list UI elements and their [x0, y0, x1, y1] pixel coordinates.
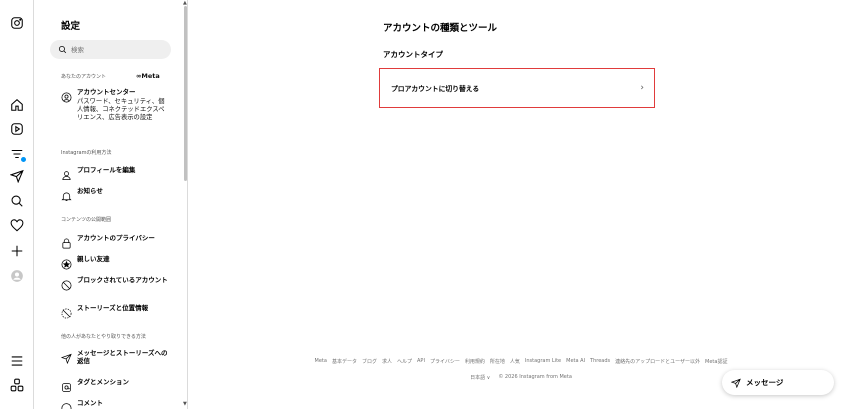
- footer-link[interactable]: 基本データ: [332, 358, 357, 365]
- language-select[interactable]: 日本語 ∨: [470, 374, 490, 381]
- footer-link[interactable]: Meta認証: [705, 358, 727, 365]
- footer-link[interactable]: Threads: [590, 358, 610, 365]
- tags-mentions-label: タグとメンション: [77, 378, 129, 386]
- comments-label: コメント: [77, 399, 103, 407]
- at-sign-icon: [61, 378, 72, 392]
- bell-icon: [61, 187, 72, 201]
- switch-to-professional-label: プロアカウントに切り替える: [391, 85, 480, 93]
- feed-filter-icon[interactable]: [9, 146, 27, 163]
- sidebar-item-messages-replies[interactable]: メッセージとストーリーズへの返信: [60, 349, 171, 365]
- close-friends-label: 親しい友達: [77, 255, 110, 263]
- footer-link[interactable]: 利用規約: [465, 358, 485, 365]
- search-icon[interactable]: [9, 193, 25, 209]
- footer-bottom: 日本語 ∨ © 2026 Instagram from Meta: [291, 374, 751, 381]
- sidebar-item-comments[interactable]: コメント: [61, 399, 171, 409]
- messages-button-label: メッセージ: [746, 378, 784, 387]
- account-center-label: アカウントセンター: [77, 88, 136, 96]
- meta-logo: ∞Meta: [136, 72, 160, 80]
- lock-icon: [61, 234, 72, 249]
- scroll-down-arrow[interactable]: ▼: [183, 401, 187, 407]
- section-visibility: コンテンツの公開範囲: [61, 217, 112, 223]
- sidebar-scrollbar-thumb[interactable]: [184, 6, 187, 181]
- section-your-account: あなたのアカウント: [61, 74, 107, 80]
- send-icon[interactable]: [9, 168, 25, 184]
- sidebar-item-close-friends[interactable]: 親しい友達: [61, 255, 171, 270]
- footer-link[interactable]: API: [417, 358, 425, 365]
- account-type-heading: アカウントタイプ: [383, 50, 443, 59]
- footer-link[interactable]: Meta: [315, 358, 327, 365]
- search-input[interactable]: [71, 45, 161, 54]
- section-interaction: 他の人があなたとやり取りできる方法: [61, 334, 146, 340]
- sidebar-item-notifications[interactable]: お知らせ: [61, 187, 171, 201]
- search-box[interactable]: [50, 40, 171, 59]
- messages-button[interactable]: メッセージ: [722, 370, 834, 395]
- block-icon: [61, 276, 72, 291]
- nav-rail: [0, 0, 34, 409]
- comment-icon: [61, 399, 72, 409]
- person-icon: [61, 166, 72, 180]
- instagram-icon[interactable]: [9, 15, 25, 31]
- messages-replies-label: メッセージとストーリーズへの返信: [77, 349, 168, 365]
- footer-link[interactable]: ブログ: [362, 358, 377, 365]
- footer-link[interactable]: Instagram Lite: [525, 358, 561, 365]
- sidebar-item-story-location[interactable]: ストーリーズと位置情報: [61, 304, 171, 319]
- story-location-icon: [61, 304, 72, 319]
- footer-link[interactable]: プライバシー: [430, 358, 460, 365]
- footer-link[interactable]: 求人: [382, 358, 392, 365]
- notifications-label: お知らせ: [77, 187, 103, 195]
- search-icon: [58, 45, 67, 54]
- scroll-up-arrow[interactable]: ▲: [183, 0, 187, 6]
- heart-icon[interactable]: [9, 218, 25, 234]
- footer-link[interactable]: Meta AI: [566, 358, 585, 365]
- home-icon[interactable]: [9, 97, 25, 113]
- sidebar-item-account-privacy[interactable]: アカウントのプライバシー: [61, 234, 171, 249]
- send-icon: [60, 349, 72, 365]
- star-circle-icon: [61, 255, 72, 270]
- footer-links: Meta 基本データ ブログ 求人 ヘルプ API プライバシー 利用規約 所在…: [291, 358, 751, 365]
- sidebar-item-edit-profile[interactable]: プロフィールを編集: [61, 166, 171, 180]
- send-icon: [731, 378, 741, 388]
- plus-icon[interactable]: [9, 243, 25, 259]
- chevron-right-icon: ›: [640, 83, 644, 93]
- account-privacy-label: アカウントのプライバシー: [77, 234, 155, 242]
- copyright: © 2026 Instagram from Meta: [498, 374, 572, 380]
- profile-icon[interactable]: [9, 268, 25, 284]
- account-center-icon: [61, 88, 72, 103]
- settings-title: 設定: [61, 21, 81, 32]
- story-location-label: ストーリーズと位置情報: [77, 304, 149, 312]
- footer-link[interactable]: 人気: [510, 358, 520, 365]
- menu-icon[interactable]: [9, 353, 25, 369]
- reels-icon[interactable]: [9, 121, 25, 137]
- threads-icon[interactable]: [9, 377, 25, 393]
- sidebar-item-tags-mentions[interactable]: タグとメンション: [61, 378, 171, 392]
- blocked-accounts-label: ブロックされているアカウント: [77, 276, 168, 284]
- settings-sidebar: 設定 あなたのアカウント ∞Meta アカウントセンター パスワード、セキュリテ…: [34, 0, 188, 409]
- switch-to-professional-button[interactable]: プロアカウントに切り替える ›: [379, 68, 655, 108]
- edit-profile-label: プロフィールを編集: [77, 166, 136, 174]
- footer-link[interactable]: 連絡先のアップロードとユーザー以外: [615, 358, 700, 365]
- notification-badge: [20, 156, 27, 163]
- account-center-description: パスワード、セキュリティ、個人情報、コネクテッドエクスペリエンス、広告表示の設定: [77, 98, 165, 122]
- page-title: アカウントの種類とツール: [383, 23, 498, 34]
- section-usage: Instagramの利用方法: [61, 150, 112, 156]
- footer-link[interactable]: 所在地: [490, 358, 505, 365]
- footer-link[interactable]: ヘルプ: [397, 358, 412, 365]
- sidebar-item-blocked-accounts[interactable]: ブロックされているアカウント: [61, 276, 171, 291]
